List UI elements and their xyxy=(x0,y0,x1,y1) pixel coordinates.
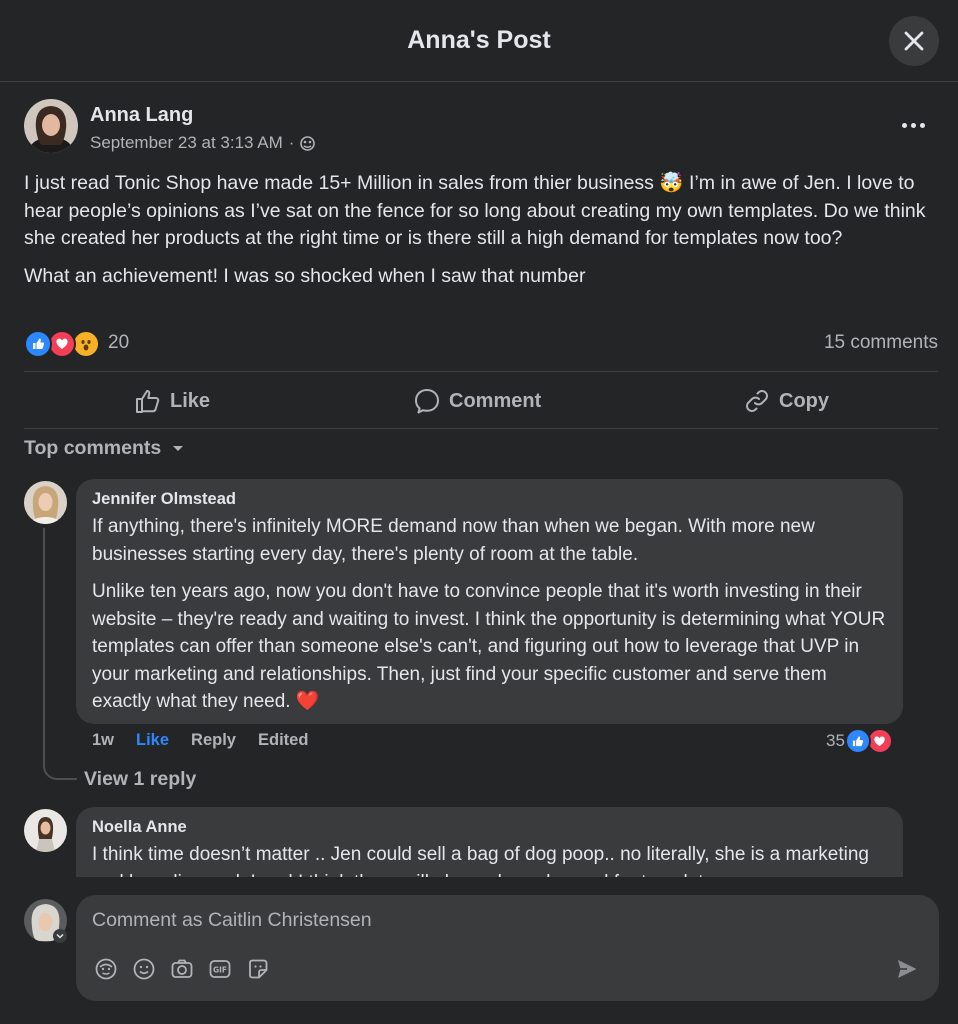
love-reaction-icon xyxy=(48,330,76,358)
send-icon[interactable] xyxy=(895,957,919,981)
link-icon xyxy=(746,390,768,412)
comment-reactions[interactable]: 35 xyxy=(826,728,893,754)
wow-reaction-icon xyxy=(72,330,100,358)
comment-edited-label[interactable]: Edited xyxy=(258,731,308,750)
svg-text:GIF: GIF xyxy=(213,966,227,975)
poster-name[interactable]: Anna Lang xyxy=(90,104,193,127)
composer-tools: GIF xyxy=(94,957,270,981)
reaction-count[interactable]: 20 xyxy=(108,332,129,354)
camera-icon[interactable] xyxy=(170,957,194,981)
comment-bubble: Noella Anne I think time doesn’t matter … xyxy=(76,807,903,877)
poster-avatar[interactable] xyxy=(24,99,78,153)
dialog-title: Anna's Post xyxy=(407,26,551,54)
comments-scroll-area: Noella Anne I think time doesn’t matter … xyxy=(0,800,958,877)
divider xyxy=(24,371,938,372)
comment-sort-label: Top comments xyxy=(24,437,162,459)
more-options-icon[interactable] xyxy=(896,112,930,138)
avatar-sticker-icon[interactable] xyxy=(94,957,118,981)
comment-time[interactable]: 1w xyxy=(92,731,114,750)
thumbs-up-icon xyxy=(136,390,160,413)
comment-input[interactable]: Comment as Caitlin Christensen xyxy=(92,909,372,932)
comments-count[interactable]: 15 comments xyxy=(824,332,938,354)
copy-label: Copy xyxy=(779,389,829,412)
comment-paragraph: Unlike ten years ago, now you don't have… xyxy=(92,581,886,712)
comment-actions: 1w Like Reply Edited xyxy=(92,731,308,750)
post-body: I just read Tonic Shop have made 15+ Mil… xyxy=(24,170,929,300)
sticker-icon[interactable] xyxy=(246,957,270,981)
comment-author[interactable]: Noella Anne xyxy=(92,818,887,837)
comment-reply-button[interactable]: Reply xyxy=(191,731,236,750)
commenter-avatar[interactable] xyxy=(24,809,67,852)
copy-button[interactable]: Copy xyxy=(743,384,829,418)
dialog-header: Anna's Post xyxy=(0,0,958,82)
commenter-avatar[interactable] xyxy=(24,481,67,524)
comment-paragraph: If anything, there's infinitely MORE dem… xyxy=(92,516,815,565)
gif-icon[interactable]: GIF xyxy=(208,957,232,981)
comment-text: I think time doesn’t matter .. Jen could… xyxy=(92,844,869,877)
comment-label: Comment xyxy=(449,389,542,412)
chevron-down-icon[interactable] xyxy=(53,929,67,943)
thread-line xyxy=(43,528,77,780)
caret-down-icon xyxy=(173,445,184,451)
comment-button[interactable]: Comment xyxy=(413,384,541,418)
friends-globe-icon xyxy=(300,135,316,151)
comment-text: If anything, there's infinitely MORE dem… xyxy=(92,513,887,716)
close-icon xyxy=(904,31,924,51)
like-button[interactable]: Like xyxy=(134,384,210,418)
post-meta: September 23 at 3:13 AM · xyxy=(90,133,316,153)
comment-like-button[interactable]: Like xyxy=(136,731,169,750)
post-paragraph: I just read Tonic Shop have made 15+ Mil… xyxy=(24,172,926,249)
post-timestamp[interactable]: September 23 at 3:13 AM xyxy=(90,133,283,153)
like-reaction-icon xyxy=(844,728,871,754)
comment-reaction-count: 35 xyxy=(826,731,845,750)
close-button[interactable] xyxy=(889,16,939,66)
comment-composer[interactable]: Comment as Caitlin Christensen GIF xyxy=(76,895,939,1001)
meta-separator: · xyxy=(288,133,295,152)
comment-author[interactable]: Jennifer Olmstead xyxy=(92,490,887,509)
reactions-row: 20 15 comments xyxy=(24,328,938,358)
post-paragraph: What an achievement! I was so shocked wh… xyxy=(24,264,586,287)
divider xyxy=(24,428,938,429)
comment-icon xyxy=(415,389,439,414)
like-label: Like xyxy=(170,389,211,412)
like-reaction-icon xyxy=(24,330,52,358)
comment-sort-dropdown[interactable]: Top comments xyxy=(24,437,185,460)
view-replies-button[interactable]: View 1 reply xyxy=(84,768,196,791)
emoji-icon[interactable] xyxy=(132,957,156,981)
comment-bubble: Jennifer Olmstead If anything, there's i… xyxy=(76,479,903,724)
